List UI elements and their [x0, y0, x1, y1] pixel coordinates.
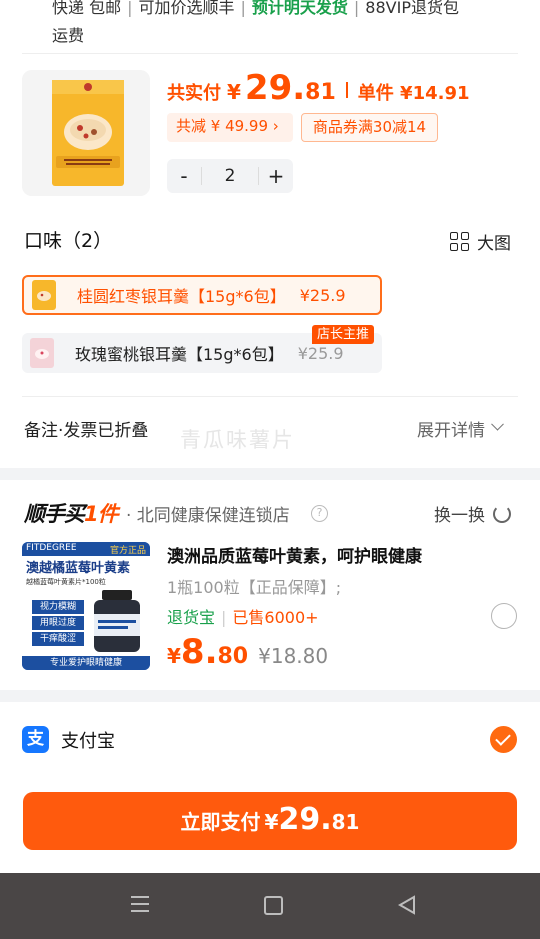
- swap-label: 换一换: [434, 506, 485, 526]
- recommend-original-price: ¥18.80: [258, 644, 329, 668]
- product-package-icon: [22, 70, 150, 196]
- coupon-tag: 商品券满30减14: [301, 113, 438, 142]
- flavor-option-name: 桂圆红枣银耳羹【15g*6包】: [77, 287, 286, 306]
- decrease-button[interactable]: -: [167, 164, 201, 188]
- recommend-price-integer: 8.: [180, 632, 218, 672]
- store-recommend-badge: 店长主推: [312, 325, 375, 344]
- chevron-down-icon: [491, 417, 504, 431]
- shipping-sf: 可加价选顺丰: [138, 0, 235, 17]
- flavor-title: 口味（2）: [24, 230, 113, 252]
- recommend-meta: 退货宝 | 已售6000+: [167, 608, 319, 627]
- recommend-price-decimal: 80: [217, 644, 249, 669]
- shipping-free: 快递 包邮: [52, 0, 122, 17]
- menu-icon[interactable]: [131, 896, 149, 914]
- add-on-brand: 顺手买1件: [24, 498, 119, 528]
- pay-button-label: 立即支付: [180, 810, 261, 834]
- back-icon[interactable]: [398, 895, 416, 915]
- total-label: 共实付: [167, 83, 221, 104]
- img-brand: FITDEGREE: [26, 543, 77, 553]
- big-view-toggle[interactable]: 大图: [450, 229, 511, 254]
- payment-selected-check[interactable]: [490, 726, 517, 753]
- price-separator: [345, 82, 348, 98]
- section-separator: [0, 690, 540, 702]
- swap-button[interactable]: 换一换: [434, 501, 511, 526]
- pay-now-button[interactable]: 立即支付 ¥ 29. 81: [23, 792, 517, 850]
- total-integer: 29.: [244, 68, 306, 108]
- product-image[interactable]: [22, 70, 150, 196]
- help-icon[interactable]: ?: [311, 505, 328, 522]
- divider: [22, 53, 518, 54]
- flavor-option-name: 玫瑰蜜桃银耳羹【15g*6包】: [75, 345, 284, 364]
- recommend-price: ¥ 8. 80 ¥18.80: [167, 632, 328, 672]
- recommend-currency: ¥: [167, 644, 181, 668]
- add-on-brand-b: 1件: [84, 502, 119, 526]
- watermark-text: 青瓜味薯片: [180, 428, 295, 452]
- flavor-option-price: ¥25.9: [297, 343, 344, 363]
- img-line: 越橘蓝莓叶黄素片*100粒: [26, 578, 106, 586]
- refresh-icon: [493, 504, 511, 523]
- pay-amount-decimal: 81: [331, 810, 360, 834]
- remark-invoice-label: 备注·发票已折叠: [24, 421, 149, 441]
- supplement-bottle-icon: [94, 590, 140, 652]
- recommend-spec: 1瓶100粒【正品保障】;: [167, 578, 342, 597]
- unit-price: 单件 ¥14.91: [357, 83, 470, 104]
- total-decimal: 81: [305, 80, 336, 105]
- shipping-line2: 运费: [52, 26, 85, 45]
- total-currency: ¥: [227, 80, 241, 104]
- shipping-info: 快递 包邮 | 可加价选顺丰 | 预计明天发货 | 88VIP退货包 运费: [52, 0, 459, 45]
- section-separator: [0, 468, 540, 480]
- quantity-value[interactable]: 2: [201, 167, 259, 185]
- quantity-stepper: - 2 +: [167, 159, 293, 193]
- home-icon[interactable]: [264, 896, 283, 915]
- img-footer: 专业爱护眼睛健康: [22, 656, 150, 670]
- recommend-title[interactable]: 澳洲品质蓝莓叶黄素，呵护眼健康: [167, 542, 422, 567]
- total-price-line: 共实付 ¥ 29. 81 单件 ¥14.91: [167, 68, 470, 112]
- shipping-vip: 88VIP退货包: [365, 0, 459, 17]
- pay-button-currency: ¥: [264, 810, 279, 834]
- pay-amount-integer: 29.: [278, 802, 332, 837]
- img-tag: 用眼过度: [32, 616, 84, 630]
- flavor-thumbnail-icon: [32, 280, 56, 310]
- flavor-thumbnail-icon: [30, 338, 54, 368]
- img-tag: 视力模糊: [32, 600, 84, 614]
- saved-amount-tag[interactable]: 共减 ¥ 49.99 ›: [167, 113, 293, 142]
- divider: [22, 396, 518, 397]
- expand-label: 展开详情: [417, 421, 485, 441]
- img-title: 澳越橘蓝莓叶黄素: [26, 561, 131, 576]
- shop-name: · 北同健康保健连锁店: [126, 506, 290, 526]
- recommend-select-radio[interactable]: [491, 603, 517, 629]
- recommend-product-image[interactable]: FITDEGREE 官方正品 澳越橘蓝莓叶黄素 越橘蓝莓叶黄素片*100粒 视力…: [22, 542, 150, 670]
- img-badge: 官方正品: [109, 546, 146, 556]
- img-tag: 干痒酸涩: [32, 632, 84, 646]
- flavor-option-price: ¥25.9: [299, 285, 346, 305]
- expand-details-button[interactable]: 展开详情: [417, 416, 504, 441]
- grid-icon: [450, 232, 469, 251]
- sold-count: 已售6000+: [232, 608, 319, 627]
- alipay-icon: 支: [22, 726, 49, 753]
- big-view-label: 大图: [477, 234, 511, 254]
- increase-button[interactable]: +: [259, 164, 293, 188]
- shipping-eta: 预计明天发货: [251, 0, 348, 17]
- payment-method-label[interactable]: 支付宝: [61, 727, 115, 753]
- returns-badge: 退货宝: [167, 608, 216, 627]
- flavor-option-osmanthus[interactable]: 桂圆红枣银耳羹【15g*6包】 ¥25.9: [22, 275, 382, 315]
- add-on-brand-a: 顺手买: [24, 502, 85, 526]
